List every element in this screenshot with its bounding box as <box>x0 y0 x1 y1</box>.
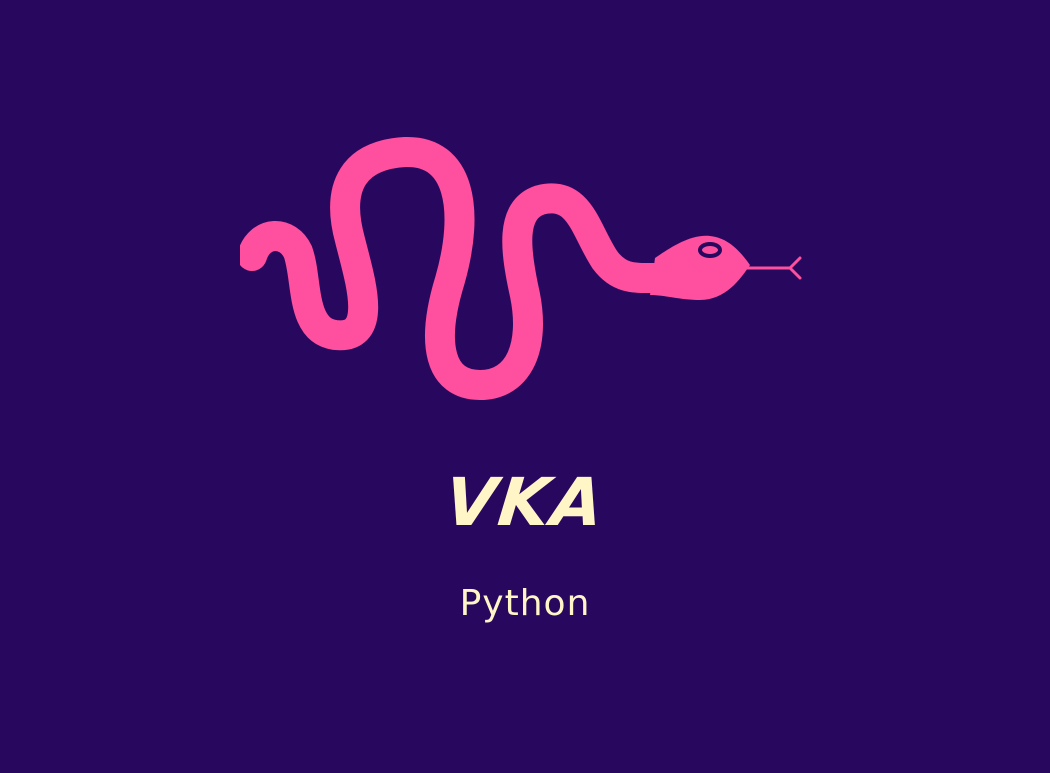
snake-head <box>650 235 750 300</box>
snake-body <box>240 137 695 400</box>
snake-tongue <box>743 256 802 280</box>
logo: VKA Python <box>0 0 1050 773</box>
brand-title: VKA <box>441 464 609 541</box>
brand-subtitle: Python <box>459 583 591 624</box>
snake-icon <box>240 137 802 400</box>
